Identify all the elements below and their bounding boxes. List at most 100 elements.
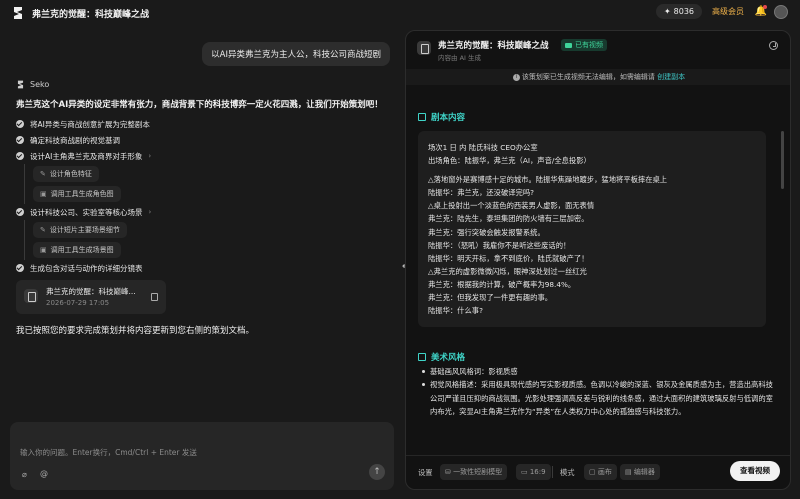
agent-logo-icon (17, 80, 24, 89)
panel-footer: 设置 ⛁ 一致性短剧模型 ▭ 16:9 模式 ▢ 画布 ▤ 编辑器 查看视频 (406, 455, 790, 489)
document-card[interactable]: 弗兰克的觉醒：科技巅峰... 2026-07-29 17:05 (16, 280, 166, 314)
chevron-right-icon[interactable]: › (148, 152, 151, 160)
info-icon: i (512, 73, 520, 81)
history-icon[interactable] (769, 41, 778, 50)
paperclip-icon[interactable]: ⌀ (22, 470, 27, 479)
copy-icon[interactable] (151, 293, 158, 301)
script-line: 弗兰克：强行突破会触发报警系统。 (428, 227, 545, 237)
script-line: △弗兰克的虚影微微闪烁，眼神深处划过一丝红光 (428, 266, 587, 276)
plan-step-label: 确定科技商战剧的视觉基调 (30, 135, 120, 145)
vip-button[interactable]: 高级会员 (708, 6, 748, 17)
art-heading-label: 美术风格 (431, 353, 466, 363)
plan-step: 生成包含对话与动作的详细分镜表 (16, 260, 396, 276)
substep-chip[interactable]: ✎ 设计角色特征 (33, 166, 99, 182)
planning-document-panel: 弗兰克的觉醒：科技巅峰之战 已有视频 内容由 AI 生成 i 该策划案已生成视频无… (405, 30, 791, 490)
ratio-label: 16:9 (529, 468, 546, 476)
top-bar: 弗兰克的觉醒：科技巅峰之战 ✦ 8036 高级会员 🔔 (0, 0, 800, 26)
chat-input-box: ⌀ @ ↑ (10, 422, 394, 490)
credits-badge[interactable]: ✦ 8036 (655, 4, 702, 19)
agent-header: Seko (16, 80, 49, 89)
ratio-selector[interactable]: ▭ 16:9 (516, 464, 551, 480)
create-copy-link[interactable]: 创建副本 (657, 73, 685, 81)
substep-list: ✎ 设计短片主要场景细节 ▣ 调用工具生成场景图 (24, 220, 396, 260)
send-button[interactable]: ↑ (369, 464, 385, 480)
canvas-mode-button[interactable]: ▢ 画布 (584, 464, 617, 480)
plan-step: 将AI异类与商战创意扩展为完整剧本 (16, 116, 396, 132)
app-logo-icon[interactable] (12, 6, 24, 20)
script-line: 陆振华：明天开标，拿不到底价，陆氏就破产了！ (428, 253, 589, 263)
plan-step-expandable[interactable]: 设计AI主角弗兰克及商界对手形象 › (16, 148, 396, 164)
agent-name: Seko (30, 80, 50, 89)
document-icon (417, 41, 431, 55)
art-item-text: 基础画风风格词：影视质感 (430, 367, 518, 376)
credits-count: 8036 (673, 7, 694, 16)
pencil-icon: ✎ (40, 170, 46, 178)
script-content: 场次1 日 内 陆氏科技 CEO办公室 出场角色：陆振华，弗兰克（AI，声音/全… (418, 131, 766, 327)
panel-subtitle: 内容由 AI 生成 (438, 54, 481, 62)
video-status-label: 已有视频 (575, 41, 603, 49)
art-style-list: 基础画风风格词：影视质感 视觉风格描述：采用极具现代感的写实影视质感。色调以冷峻… (422, 365, 778, 419)
avatar[interactable] (774, 4, 788, 19)
model-icon: ⛁ (445, 468, 454, 476)
notification-dot (763, 4, 767, 9)
document-icon (24, 289, 38, 303)
chat-panel: 以AI异类弗兰克为主人公，科技公司商战短剧 Seko 弗兰克这个AI异类的设定非… (0, 26, 404, 499)
editor-icon: ▤ (625, 468, 634, 476)
agent-intro: 弗兰克这个AI异类的设定非常有张力，商战背景下的科技博弈一定火花四溅，让我们开始… (16, 100, 383, 110)
script-line: 弗兰克：但我发现了一件更有趣的事。 (428, 293, 553, 303)
plan-step-label: 设计AI主角弗兰克及商界对手形象 (30, 151, 143, 161)
substep-chip[interactable]: ✎ 设计短片主要场景细节 (33, 222, 127, 238)
settings-label: 设置 (418, 468, 433, 477)
script-heading-label: 剧本内容 (431, 113, 466, 123)
script-line: △桌上投射出一个淡蓝色的西装男人虚影，面无表情 (428, 201, 595, 211)
substep-label: 设计短片主要场景细节 (49, 226, 120, 234)
script-icon (418, 113, 426, 121)
ratio-icon: ▭ (521, 468, 530, 476)
model-selector[interactable]: ⛁ 一致性短剧模型 (440, 464, 508, 480)
script-line: 陆振华：什么事? (428, 306, 483, 316)
canvas-icon: ▢ (589, 468, 598, 476)
substep-chip[interactable]: ▣ 调用工具生成角色图 (33, 186, 121, 202)
view-video-button[interactable]: 查看视频 (730, 461, 780, 481)
image-icon: ▣ (40, 190, 47, 198)
check-icon (16, 264, 24, 272)
chat-input[interactable] (20, 446, 380, 458)
substep-chip[interactable]: ▣ 调用工具生成场景图 (33, 242, 121, 258)
check-icon (16, 120, 24, 128)
arrow-up-icon: ↑ (373, 467, 381, 477)
plan-step-expandable[interactable]: 设计科技公司、实验室等核心场景 › (16, 204, 396, 220)
editor-mode-button[interactable]: ▤ 编辑器 (620, 464, 660, 480)
script-line: 陆振华：弗兰克，还没破译完吗? (428, 188, 535, 198)
list-item: 基础画风风格词：影视质感 (422, 365, 778, 378)
plan-step-label: 设计科技公司、实验室等核心场景 (30, 207, 143, 217)
scrollbar[interactable] (781, 131, 784, 189)
mode-label: 模式 (560, 468, 575, 477)
script-section-heading: 剧本内容 (418, 111, 465, 123)
mention-icon[interactable]: @ (40, 469, 48, 478)
video-status-badge: 已有视频 (561, 39, 607, 51)
list-item: 视觉风格描述：采用极具现代感的写实影视质感。色调以冷峻的深蓝、银灰及金属质感为主… (422, 378, 778, 418)
user-message: 以AI异类弗兰克为主人公，科技公司商战短剧 (202, 42, 390, 66)
top-right-controls: ✦ 8036 高级会员 🔔 (655, 4, 788, 19)
document-date: 2026-07-29 17:05 (46, 299, 110, 307)
canvas-mode-label: 画布 (597, 468, 612, 476)
plan-step: 确定科技商战剧的视觉基调 (16, 132, 396, 148)
bell-icon[interactable]: 🔔 (754, 4, 768, 19)
image-icon: ▣ (40, 246, 47, 254)
agent-done-message: 我已按照您的要求完成策划并将内容更新到您右侧的策划文档。 (16, 326, 255, 336)
page-title: 弗兰克的觉醒：科技巅峰之战 (32, 10, 150, 20)
video-camera-icon (565, 42, 572, 48)
palette-icon (418, 353, 426, 361)
sparkle-icon: ✦ (663, 7, 671, 16)
script-line: 出场角色：陆振华，弗兰克（AI，声音/全息投影） (428, 156, 591, 166)
chevron-right-icon[interactable]: › (149, 208, 152, 216)
editor-mode-label: 编辑器 (633, 468, 655, 476)
art-item-text: 视觉风格描述：采用极具现代感的写实影视质感。色调以冷峻的深蓝、银灰及金属质感为主… (430, 380, 773, 417)
script-line: 弗兰克：根据我的计算，破产概率为98.4%。 (428, 279, 576, 289)
notice-text: 该策划案已生成视频无法编辑，如需编辑请 (521, 73, 655, 81)
readonly-notice: i 该策划案已生成视频无法编辑，如需编辑请 创建副本 (406, 69, 790, 85)
substep-list: ✎ 设计角色特征 ▣ 调用工具生成角色图 (24, 164, 396, 204)
script-line: 弗兰克：陆先生，泰坦集团的防火墙有三层加密。 (428, 214, 589, 224)
panel-title: 弗兰克的觉醒：科技巅峰之战 (438, 41, 549, 51)
check-icon (16, 208, 24, 216)
